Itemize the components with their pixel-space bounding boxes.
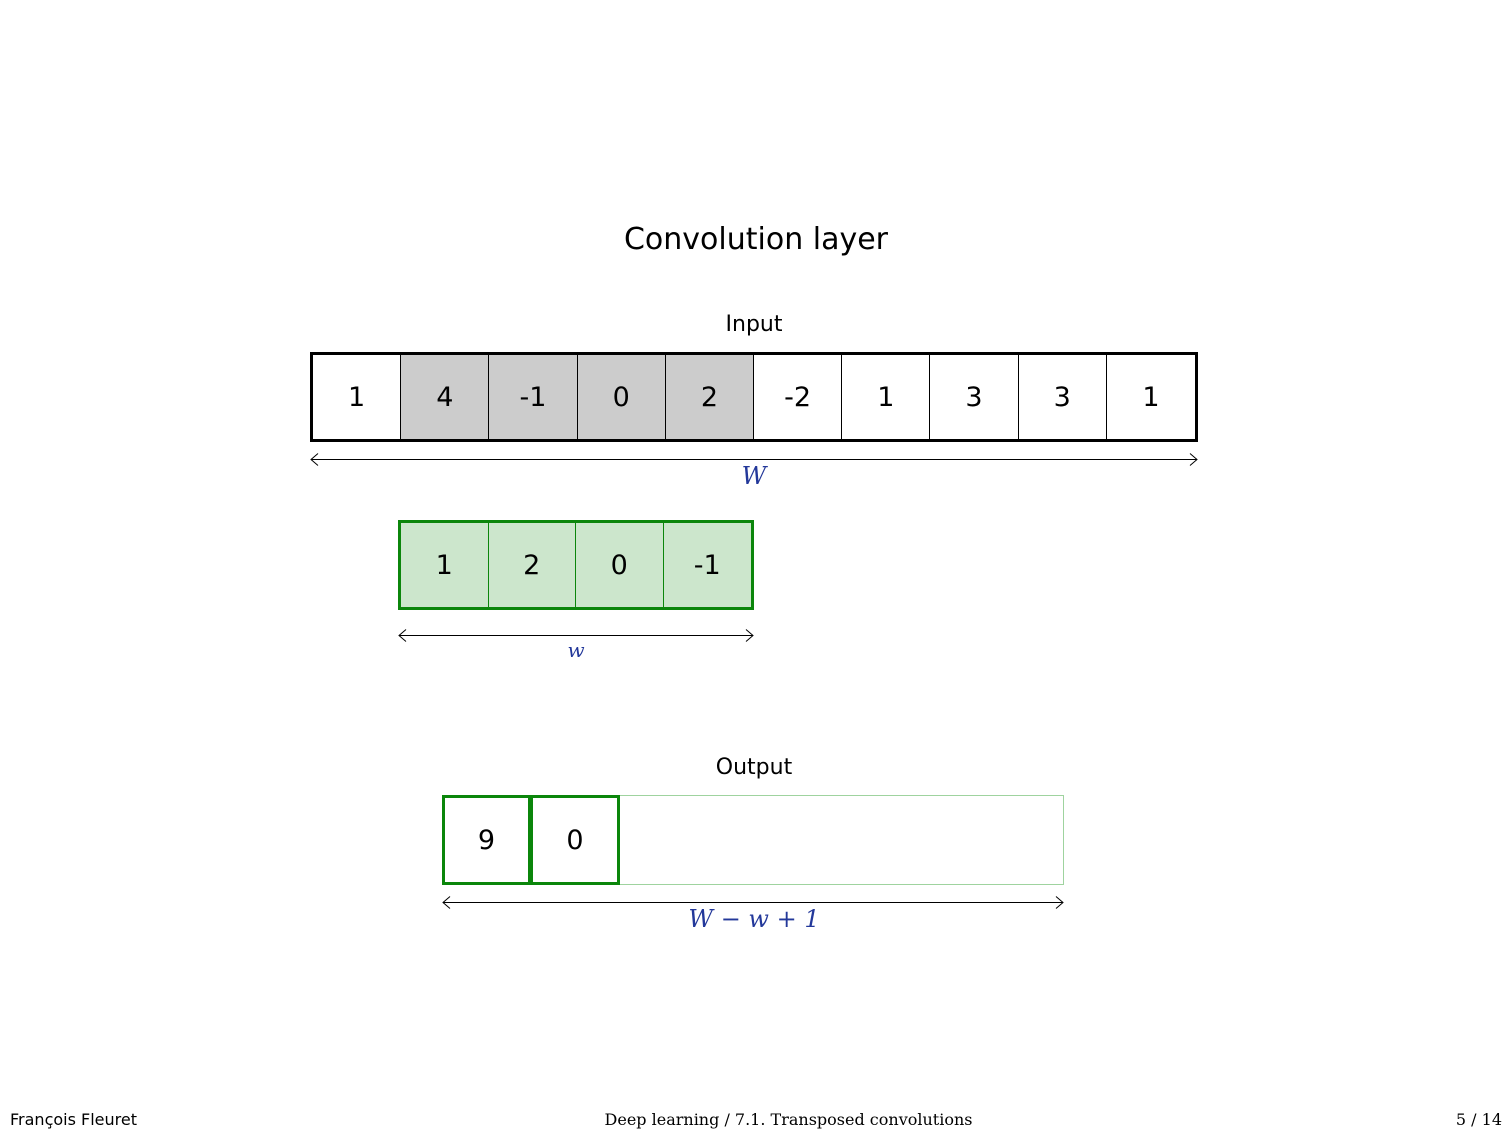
input-cell: 2: [665, 355, 755, 439]
input-width-label: W: [741, 462, 767, 490]
kernel-cell: -1: [693, 549, 721, 581]
input-cell: -1: [489, 355, 578, 439]
output-cell: 9: [442, 795, 531, 885]
kernel-cell: 1: [401, 523, 489, 607]
input-cell: 3: [930, 355, 1019, 439]
kernel-cell: 0: [576, 523, 664, 607]
input-cell: 0: [577, 355, 666, 439]
input-cell: -2: [754, 355, 843, 439]
output-cell: 0: [530, 795, 620, 885]
footer-course: Deep learning / 7.1. Transposed convolut…: [604, 1110, 973, 1129]
input-cell: 1: [842, 355, 931, 439]
input-label: Input: [725, 312, 783, 337]
output-row: 9 0: [442, 795, 620, 885]
input-row: 1 4 -1 0 2 -2 1 3 3 1: [310, 352, 1198, 442]
output-label: Output: [715, 755, 793, 780]
kernel-cell: 2: [489, 523, 576, 607]
input-cell: 1: [313, 355, 402, 439]
kernel-row: 1 2 0 -1: [398, 520, 754, 610]
slide-title: Convolution layer: [623, 222, 889, 257]
footer-page-number: 5 / 14: [1455, 1110, 1502, 1129]
output-width-label: W − w + 1: [688, 905, 820, 933]
input-cell: 1: [1106, 355, 1196, 439]
input-cell: 3: [1018, 355, 1107, 439]
input-cell: 4: [401, 355, 490, 439]
kernel-width-label: w: [567, 638, 585, 662]
